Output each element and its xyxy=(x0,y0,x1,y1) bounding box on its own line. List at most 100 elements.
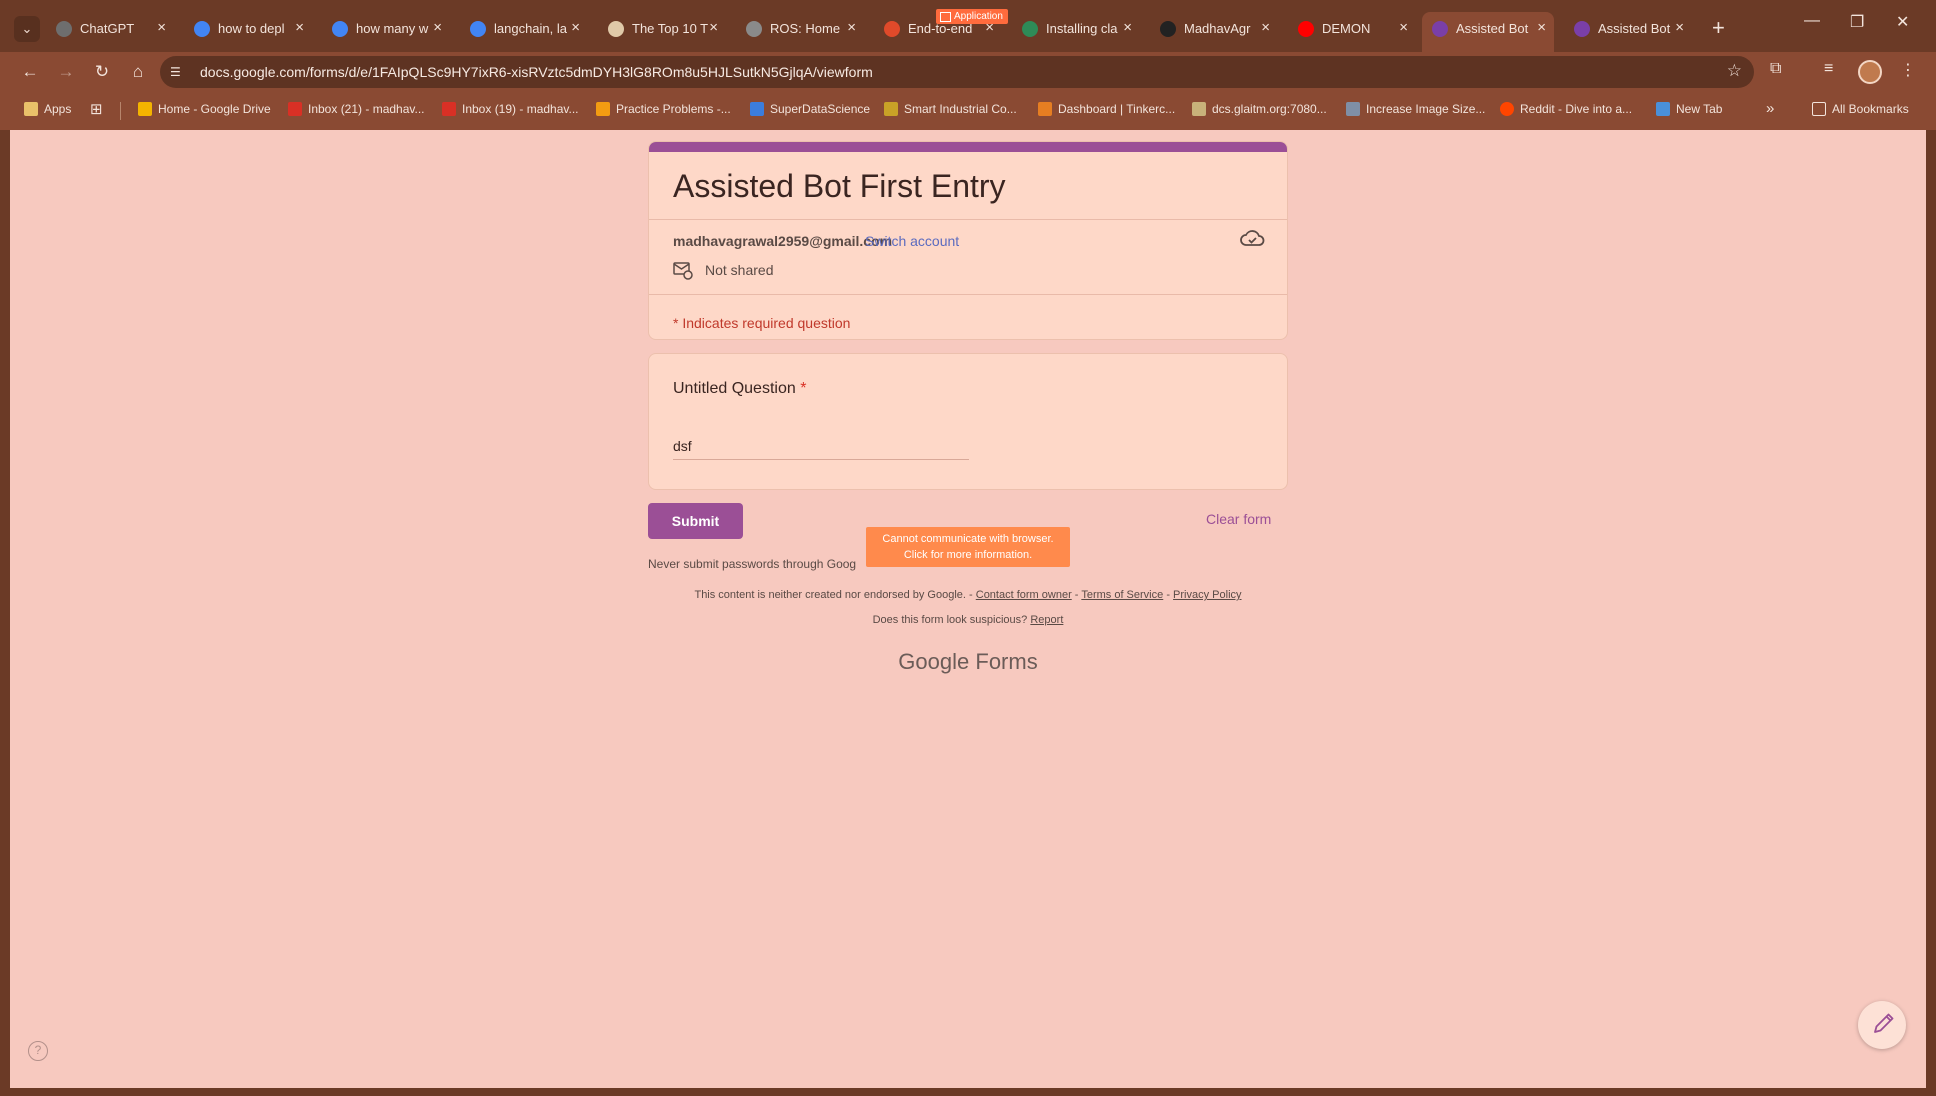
tab-6[interactable]: ROS: Home × xyxy=(736,14,864,44)
bookmark-dcs-glaitm[interactable]: dcs.glaitm.org:7080... xyxy=(1192,102,1327,116)
close-tab-icon[interactable]: × xyxy=(1261,19,1270,36)
tooltip-line: Click for more information. xyxy=(903,549,1033,561)
tab-8[interactable]: Installing cla × xyxy=(1012,14,1140,44)
bookmark-inbox-19[interactable]: Inbox (19) - madhav... xyxy=(442,102,579,116)
toolbar: ← → ↻ ⌂ ☰ docs.google.com/forms/d/e/1FAI… xyxy=(0,52,1936,92)
report-link[interactable]: Report xyxy=(1030,614,1063,626)
form-header-card: Assisted Bot First Entry madhavagrawal29… xyxy=(648,141,1288,340)
bookmark-smart-industrial[interactable]: Smart Industrial Co... xyxy=(884,102,1017,116)
ros-icon xyxy=(746,21,762,37)
close-tab-icon[interactable]: × xyxy=(1675,19,1684,36)
bookmark-apps[interactable]: Apps xyxy=(24,102,71,116)
close-tab-icon[interactable]: × xyxy=(295,19,304,36)
bookmark-superdatascience[interactable]: SuperDataScience xyxy=(750,102,870,116)
tab-11[interactable]: Assisted Bot × xyxy=(1422,12,1554,52)
bookmark-reddit[interactable]: Reddit - Dive into a... xyxy=(1500,102,1632,116)
bookmark-label: SuperDataScience xyxy=(770,102,871,116)
bookmark-label: Reddit - Dive into a... xyxy=(1520,102,1633,116)
pencil-icon xyxy=(1874,1013,1894,1033)
account-email: madhavagrawal2959@gmail.com xyxy=(673,233,893,249)
submit-button[interactable]: Submit xyxy=(648,503,743,539)
site-icon xyxy=(1192,102,1206,116)
terms-link[interactable]: Terms of Service xyxy=(1081,589,1163,601)
tab-2[interactable]: how to depl × xyxy=(184,14,312,44)
close-tab-icon[interactable]: × xyxy=(847,19,856,36)
mail-icon xyxy=(673,262,693,280)
site-info-icon[interactable]: ☰ xyxy=(170,64,186,80)
cloud-saved-icon[interactable] xyxy=(1239,228,1265,250)
header-divider xyxy=(649,294,1287,295)
maximize-icon[interactable]: ❐ xyxy=(1850,12,1864,32)
close-tab-icon[interactable]: × xyxy=(157,19,166,36)
all-bookmarks[interactable]: All Bookmarks xyxy=(1812,102,1909,116)
more-bookmarks-icon[interactable]: » xyxy=(1766,100,1774,117)
bookmark-tinkercad[interactable]: Dashboard | Tinkerc... xyxy=(1038,102,1175,116)
tab-4[interactable]: langchain, la × xyxy=(460,14,588,44)
password-warning: Never submit passwords through Goog xyxy=(648,557,857,571)
image-icon xyxy=(1346,102,1360,116)
bookmarks-separator xyxy=(120,102,121,120)
close-window-icon[interactable]: ✕ xyxy=(1896,12,1909,32)
bookmark-increase-image[interactable]: Increase Image Size... xyxy=(1346,102,1485,116)
gmail-icon xyxy=(288,102,302,116)
bookmark-practice-problems[interactable]: Practice Problems -... xyxy=(596,102,731,116)
bookmark-label: New Tab xyxy=(1676,102,1723,116)
infinity-icon xyxy=(1022,21,1038,37)
home-icon[interactable]: ⌂ xyxy=(126,60,150,84)
contact-owner-link[interactable]: Contact form owner xyxy=(976,589,1072,601)
tab-5[interactable]: The Top 10 T × xyxy=(598,14,726,44)
youtube-icon xyxy=(1298,21,1314,37)
minimize-icon[interactable]: — xyxy=(1804,12,1820,30)
tab-search-icon[interactable]: ⌄ xyxy=(14,16,40,42)
extension-error-tooltip[interactable]: Cannot communicate with browser. Click f… xyxy=(866,527,1070,567)
reload-icon[interactable]: ↻ xyxy=(90,60,114,84)
bookmark-star-icon[interactable]: ☆ xyxy=(1727,61,1742,81)
tab-strip: ⌄ ChatGPT × how to depl × how many w × langcha… xyxy=(0,0,1936,52)
google-forms-logo[interactable]: Google Forms xyxy=(10,649,1926,675)
bookmark-new-tab[interactable]: New Tab xyxy=(1656,102,1722,116)
drive-icon xyxy=(138,102,152,116)
new-tab-icon[interactable]: + xyxy=(1712,15,1725,41)
bookmark-label: Practice Problems -... xyxy=(616,102,731,116)
clear-form-button[interactable]: Clear form xyxy=(1206,511,1271,527)
media-control-icon[interactable]: ≡ xyxy=(1824,60,1833,78)
close-tab-icon[interactable]: × xyxy=(1537,19,1546,36)
chatgpt-icon xyxy=(56,21,72,37)
bookmark-label: Apps xyxy=(44,102,72,116)
site-icon xyxy=(884,102,898,116)
help-icon[interactable]: ? xyxy=(28,1041,48,1061)
not-shared-label: Not shared xyxy=(705,262,774,278)
back-icon[interactable]: ← xyxy=(18,60,42,84)
close-tab-icon[interactable]: × xyxy=(1123,19,1132,36)
tab-9[interactable]: MadhavAgr × xyxy=(1150,14,1278,44)
close-tab-icon[interactable]: × xyxy=(709,19,718,36)
url-text[interactable]: docs.google.com/forms/d/e/1FAIpQLSc9HY7i… xyxy=(200,64,873,80)
apps-icon xyxy=(24,102,38,116)
answer-input[interactable] xyxy=(673,432,969,460)
privacy-link[interactable]: Privacy Policy xyxy=(1173,589,1241,601)
browser-chrome: ⌄ ChatGPT × how to depl × how many w × langcha… xyxy=(0,0,1936,130)
tab-1[interactable]: ChatGPT × xyxy=(46,14,174,44)
tab-12[interactable]: Assisted Bot × xyxy=(1564,14,1692,44)
bookmark-inbox-21[interactable]: Inbox (21) - madhav... xyxy=(288,102,425,116)
switch-account-link[interactable]: Switch account xyxy=(865,233,959,249)
menu-icon[interactable]: ⋮ xyxy=(1900,60,1916,80)
close-tab-icon[interactable]: × xyxy=(433,19,442,36)
tab-groups-icon[interactable]: ⊞ xyxy=(90,100,103,118)
logo-google: Google xyxy=(898,649,970,674)
bookmark-drive[interactable]: Home - Google Drive xyxy=(138,102,271,116)
close-tab-icon[interactable]: × xyxy=(571,19,580,36)
forward-icon[interactable]: → xyxy=(54,60,78,84)
close-tab-icon[interactable]: × xyxy=(1399,19,1408,36)
tab-3[interactable]: how many w × xyxy=(322,14,450,44)
disclaimer-text: This content is neither created nor endo… xyxy=(694,589,973,601)
extensions-icon[interactable]: ⧉ xyxy=(1770,60,1781,78)
tab-title: Assisted Bot xyxy=(1456,21,1529,36)
edit-button[interactable] xyxy=(1858,1001,1906,1049)
profile-avatar[interactable] xyxy=(1858,60,1882,84)
bookmark-label: dcs.glaitm.org:7080... xyxy=(1212,102,1327,116)
cc-icon xyxy=(596,102,610,116)
newtab-icon xyxy=(1656,102,1670,116)
address-bar[interactable]: ☰ docs.google.com/forms/d/e/1FAIpQLSc9HY… xyxy=(160,56,1754,88)
tab-10[interactable]: DEMON × xyxy=(1288,14,1416,44)
